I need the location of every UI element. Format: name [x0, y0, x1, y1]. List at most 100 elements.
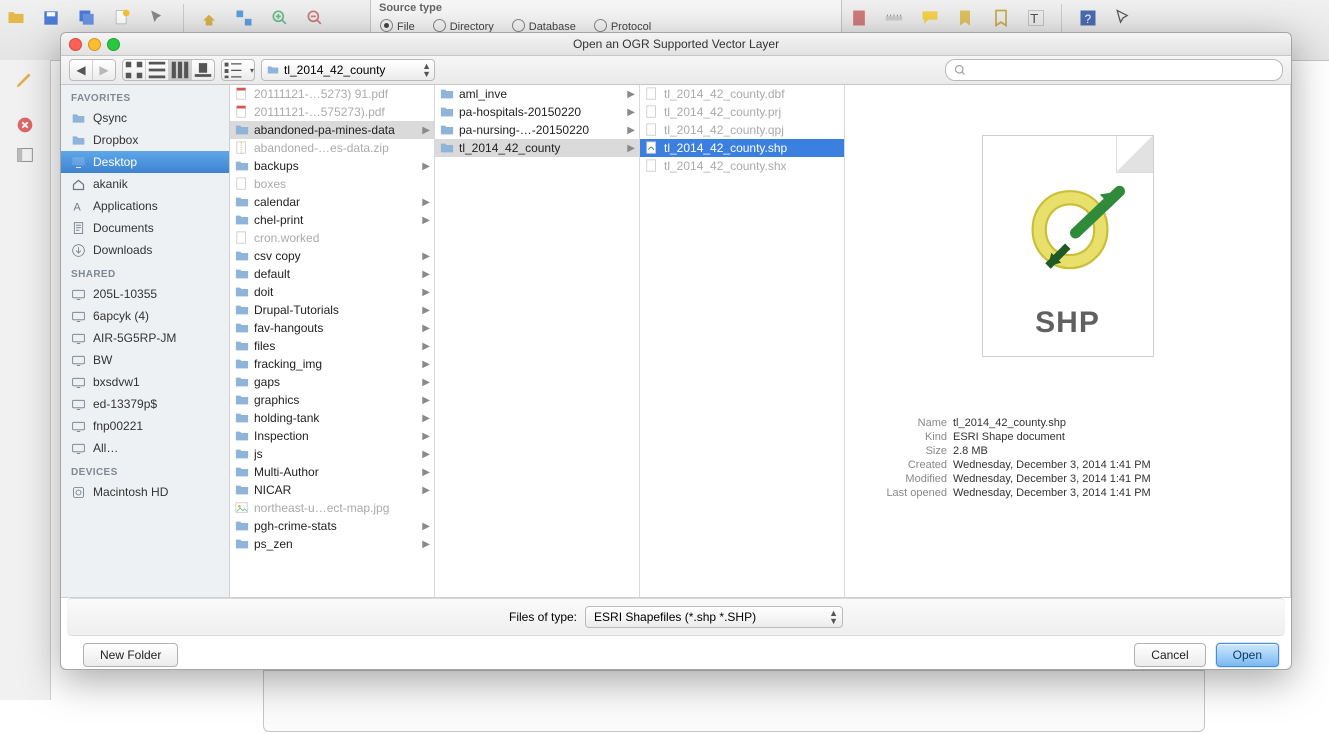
file-row[interactable]: chel-print▶ — [230, 211, 434, 229]
file-row[interactable]: calendar▶ — [230, 193, 434, 211]
sidebar-item[interactable]: AApplications — [61, 195, 229, 217]
sidebar-item[interactable]: BW — [61, 349, 229, 371]
file-row[interactable]: 20111121-…575273).pdf — [230, 103, 434, 121]
sidebar-item[interactable]: Macintosh HD — [61, 481, 229, 503]
path-dropdown[interactable]: tl_2014_42_county ▲▼ — [261, 59, 435, 81]
sidebar-item[interactable]: akanik — [61, 173, 229, 195]
sidebar-item[interactable]: Documents — [61, 217, 229, 239]
file-row[interactable]: abandoned-pa-mines-data▶ — [230, 121, 434, 139]
text-icon[interactable]: T — [1022, 4, 1050, 32]
file-row[interactable]: ps_zen▶ — [230, 535, 434, 553]
sidebar-item[interactable]: Desktop — [61, 151, 229, 173]
file-row[interactable]: Multi-Author▶ — [230, 463, 434, 481]
new-icon[interactable] — [108, 4, 136, 32]
source-type-radio[interactable]: File — [380, 19, 415, 33]
ruler-icon[interactable] — [880, 4, 908, 32]
file-row[interactable]: Drupal-Tutorials▶ — [230, 301, 434, 319]
file-row[interactable]: aml_inve▶ — [435, 85, 639, 103]
file-row[interactable]: js▶ — [230, 445, 434, 463]
close-window-button[interactable] — [69, 38, 82, 51]
column-1[interactable]: 20111121-…5273) 91.pdf20111121-…575273).… — [230, 85, 435, 597]
open-icon[interactable] — [2, 4, 30, 32]
save-all-icon[interactable] — [73, 4, 101, 32]
file-row[interactable]: pa-hospitals-20150220▶ — [435, 103, 639, 121]
file-row[interactable]: Inspection▶ — [230, 427, 434, 445]
view-columns-button[interactable] — [169, 60, 192, 80]
zoom-in-icon[interactable] — [266, 4, 294, 32]
search-field[interactable] — [945, 59, 1283, 81]
sidebar-item[interactable]: Downloads — [61, 239, 229, 261]
file-row[interactable]: default▶ — [230, 265, 434, 283]
left-rail — [0, 60, 51, 700]
view-mode-segment — [122, 59, 215, 81]
minimize-window-button[interactable] — [88, 38, 101, 51]
comment-icon[interactable] — [916, 4, 944, 32]
file-row[interactable]: tl_2014_42_county.prj — [640, 103, 844, 121]
pan-selection-icon[interactable] — [230, 4, 258, 32]
file-row[interactable]: pa-nursing-…-20150220▶ — [435, 121, 639, 139]
file-row[interactable]: 20111121-…5273) 91.pdf — [230, 85, 434, 103]
zoom-out-icon[interactable] — [301, 4, 329, 32]
file-row[interactable]: graphics▶ — [230, 391, 434, 409]
file-row[interactable]: fav-hangouts▶ — [230, 319, 434, 337]
file-row[interactable]: tl_2014_42_county.shx — [640, 157, 844, 175]
file-row[interactable]: pgh-crime-stats▶ — [230, 517, 434, 535]
sidebar-item[interactable]: Qsync — [61, 107, 229, 129]
file-type-select[interactable]: ESRI Shapefiles (*.shp *.SHP) ▲▼ — [585, 606, 843, 628]
file-row[interactable]: csv copy▶ — [230, 247, 434, 265]
file-row[interactable]: cron.worked — [230, 229, 434, 247]
sidebar-item[interactable]: AIR-5G5RP-JM — [61, 327, 229, 349]
file-row[interactable]: tl_2014_42_county.shp — [640, 139, 844, 157]
sidebar-item[interactable]: bxsdvw1 — [61, 371, 229, 393]
sidebar-item[interactable]: All… — [61, 437, 229, 459]
sidebar-item[interactable]: 6apcyk (4) — [61, 305, 229, 327]
close-circle-icon[interactable] — [14, 114, 36, 136]
search-input[interactable] — [970, 63, 1274, 77]
file-row[interactable]: abandoned-…es-data.zip — [230, 139, 434, 157]
cancel-button[interactable]: Cancel — [1134, 643, 1205, 667]
pencil-icon[interactable] — [14, 68, 36, 90]
file-row[interactable]: files▶ — [230, 337, 434, 355]
nav-back-button[interactable]: ◀ — [70, 60, 93, 80]
arrange-button[interactable]: ▾ — [222, 60, 254, 80]
folder-icon — [439, 122, 455, 138]
new-folder-button[interactable]: New Folder — [83, 643, 178, 667]
nav-forward-button[interactable]: ▶ — [93, 60, 115, 80]
file-row[interactable]: doit▶ — [230, 283, 434, 301]
view-icons-button[interactable] — [123, 60, 146, 80]
file-row[interactable]: gaps▶ — [230, 373, 434, 391]
bookmark-icon[interactable] — [987, 4, 1015, 32]
cursor-icon[interactable] — [1109, 4, 1137, 32]
open-button[interactable]: Open — [1216, 643, 1279, 667]
file-row[interactable]: tl_2014_42_county▶ — [435, 139, 639, 157]
select-icon[interactable] — [143, 4, 171, 32]
help-icon[interactable]: ? — [1074, 4, 1102, 32]
file-row[interactable]: boxes — [230, 175, 434, 193]
file-row[interactable]: tl_2014_42_county.dbf — [640, 85, 844, 103]
bookmark-add-icon[interactable] — [951, 4, 979, 32]
file-row[interactable]: holding-tank▶ — [230, 409, 434, 427]
pan-icon[interactable] — [195, 4, 223, 32]
file-row[interactable]: backups▶ — [230, 157, 434, 175]
sidebar-item[interactable]: fnp00221 — [61, 415, 229, 437]
file-row[interactable]: tl_2014_42_county.qpj — [640, 121, 844, 139]
file-row[interactable]: NICAR▶ — [230, 481, 434, 499]
view-coverflow-button[interactable] — [192, 60, 214, 80]
file-row[interactable]: northeast-u…ect-map.jpg — [230, 499, 434, 517]
sidebar-item[interactable]: ed-13379p$ — [61, 393, 229, 415]
source-type-radio[interactable]: Directory — [433, 19, 494, 33]
sidebar-item[interactable]: Dropbox — [61, 129, 229, 151]
sidebar-item[interactable]: 205L-10355 — [61, 283, 229, 305]
column-3[interactable]: tl_2014_42_county.dbftl_2014_42_county.p… — [640, 85, 845, 597]
file-row-label: doit — [254, 285, 420, 299]
view-list-button[interactable] — [146, 60, 169, 80]
panel-icon[interactable] — [14, 144, 36, 166]
column-2[interactable]: aml_inve▶pa-hospitals-20150220▶pa-nursin… — [435, 85, 640, 597]
source-type-radio[interactable]: Protocol — [594, 19, 651, 33]
source-type-radio[interactable]: Database — [512, 19, 576, 33]
calc-icon[interactable] — [845, 4, 873, 32]
save-icon[interactable] — [37, 4, 65, 32]
file-row[interactable]: fracking_img▶ — [230, 355, 434, 373]
file-row-label: holding-tank — [254, 411, 420, 425]
zoom-window-button[interactable] — [107, 38, 120, 51]
